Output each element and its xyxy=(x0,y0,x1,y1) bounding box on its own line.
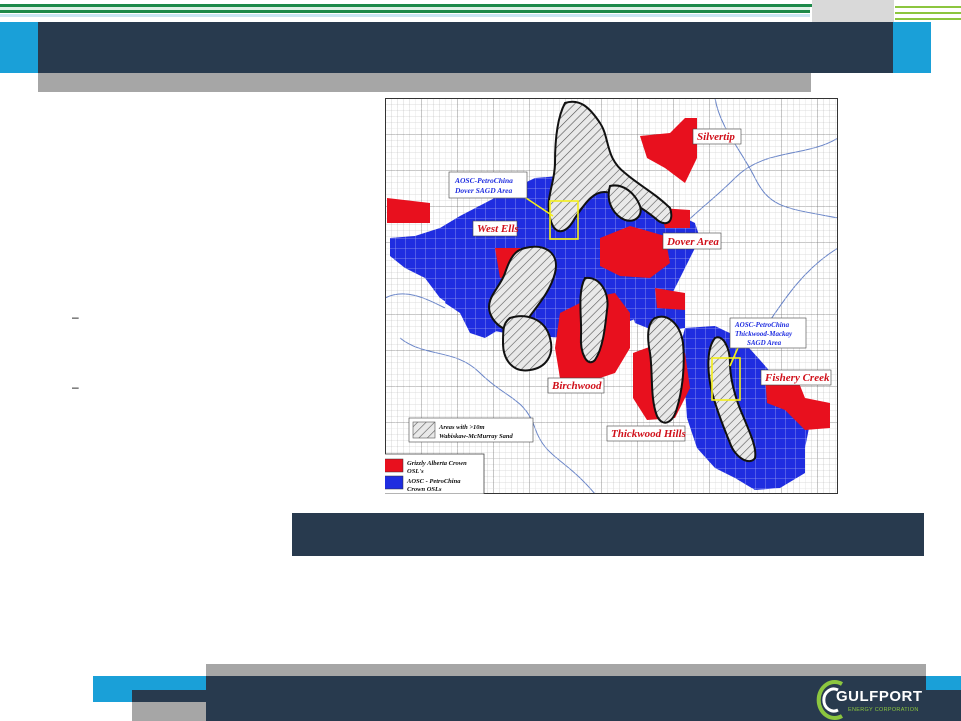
oil-sands-lease-map: Silvertip West Ells Dover Area Birchwood… xyxy=(385,98,838,494)
legend-blue-swatch xyxy=(385,475,404,490)
label-dover-sagd-line1: AOSC-PetroChina xyxy=(454,176,513,185)
top-stripe-light-2 xyxy=(0,14,810,17)
legend-red-line2: OSL's xyxy=(407,468,424,475)
gulfport-logo-subtext: ENERGY CORPORATION xyxy=(848,707,919,713)
label-birchwood-text: Birchwood xyxy=(551,380,602,392)
label-silvertip-text: Silvertip xyxy=(697,131,735,143)
label-fishery-creek: Fishery Creek xyxy=(760,369,832,386)
label-thickwood-sagd-line3: SAGD Area xyxy=(747,339,782,347)
label-birchwood: Birchwood xyxy=(547,377,605,394)
label-dover-sagd: AOSC-PetroChina Dover SAGD Area xyxy=(448,171,528,199)
top-stripe-green-2 xyxy=(0,10,810,13)
legend-leases: Grizzly Alberta Crown OSL's AOSC - Petro… xyxy=(385,453,485,494)
label-west-ells: West Ells xyxy=(472,220,519,237)
header-dark-bar xyxy=(38,22,893,73)
legend-sand-line2: Wabiskaw-McMurray Sand xyxy=(439,433,513,440)
label-silvertip: Silvertip xyxy=(692,128,742,145)
top-gray-block xyxy=(812,0,894,24)
label-west-ells-text: West Ells xyxy=(477,223,519,235)
legend-red-line1: Grizzly Alberta Crown xyxy=(407,460,467,467)
header-gray-underbar xyxy=(38,73,811,92)
legend-sand-line1: Areas with >10m xyxy=(438,424,485,431)
label-fishery-creek-text: Fishery Creek xyxy=(764,372,830,384)
footer-gray-topbar xyxy=(206,664,926,676)
legend-red-swatch xyxy=(385,458,404,473)
bullet-dash-1: – xyxy=(72,310,79,324)
gulfport-logo: GULFPORT ENERGY CORPORATION xyxy=(814,676,926,721)
legend-sand-swatch xyxy=(412,421,436,439)
label-dover-sagd-line2: Dover SAGD Area xyxy=(454,186,512,195)
label-thickwood-hills-text: Thickwood Hills xyxy=(611,428,686,440)
label-thickwood-sagd-line1: AOSC-PetroChina xyxy=(734,321,790,329)
bullet-dash-2: – xyxy=(72,380,79,394)
label-thickwood-sagd-line2: Thickwood-Mackay xyxy=(735,330,793,338)
label-dover-area-text: Dover Area xyxy=(666,236,719,248)
legend-blue-line2: Crown OSLs xyxy=(407,486,442,493)
footer-gray-block xyxy=(132,702,206,721)
label-dover-area: Dover Area xyxy=(662,232,722,250)
top-stripe-light-1 xyxy=(0,7,810,10)
legend-blue-line1: AOSC - PetroChina xyxy=(406,478,461,485)
caption-bar xyxy=(292,513,924,556)
legend-sand: Areas with >10m Wabiskaw-McMurray Sand xyxy=(408,417,534,443)
gulfport-logo-text: GULFPORT xyxy=(836,688,923,705)
label-thickwood-sagd: AOSC-PetroChina Thickwood-Mackay SAGD Ar… xyxy=(729,317,807,349)
label-thickwood-hills: Thickwood Hills xyxy=(606,425,686,442)
top-right-lines xyxy=(895,2,961,24)
